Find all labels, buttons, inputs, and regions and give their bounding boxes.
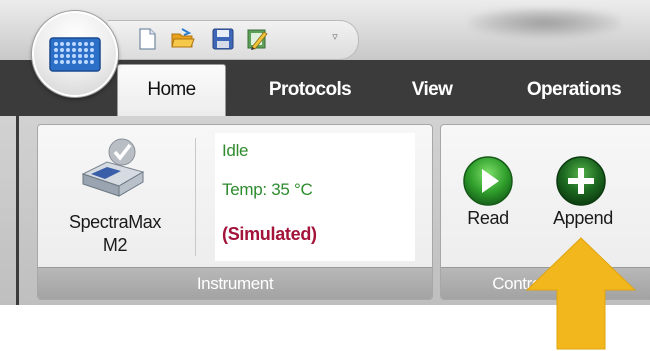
tab-home[interactable]: Home [117,64,226,117]
tab-protocols[interactable]: Protocols [255,76,365,116]
tab-view[interactable]: View [400,76,464,116]
save-icon[interactable] [210,26,236,52]
microplate-icon [49,37,101,72]
divider [195,138,196,256]
highlight-arrow-icon [525,237,637,350]
application-menu-button[interactable] [32,11,118,97]
qat-dropdown-icon[interactable]: ▿ [328,29,342,45]
instrument-name: SpectraMax [68,212,162,232]
instrument-group-label: Instrument [38,267,432,299]
spectramax-instrument-icon[interactable] [77,136,149,198]
read-play-icon[interactable] [462,155,514,207]
open-folder-icon[interactable] [170,26,196,52]
temperature-readout: Temp: 35 °C [222,180,313,199]
window-title-blurred [470,8,620,38]
new-document-icon[interactable] [134,26,160,52]
instrument-status: Idle [222,141,249,160]
append-button-label[interactable]: Append [537,208,629,229]
append-plus-icon[interactable] [555,155,607,207]
instrument-model: M2 [102,235,128,255]
ribbon-edge [16,116,19,305]
read-button-label[interactable]: Read [456,208,520,229]
simulated-mode-label: (Simulated) [222,224,317,244]
tab-operations[interactable]: Operations [512,76,636,116]
edit-protocol-icon[interactable] [244,26,270,52]
